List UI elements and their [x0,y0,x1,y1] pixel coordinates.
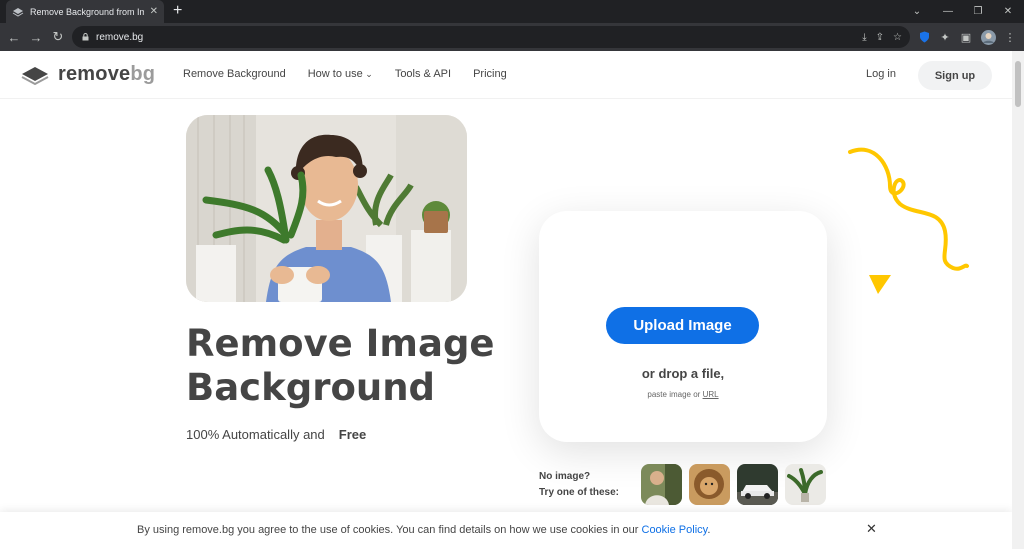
drop-file-text: or drop a file, [641,366,725,381]
headline-line-1: Remove Image [186,322,495,365]
removebg-logo[interactable]: removebg [20,63,155,86]
nav-how-to-use-label: How to use [307,68,363,80]
nav-remove-background[interactable]: Remove Background [183,68,286,80]
tab-search-icon[interactable]: ⌄ [902,0,932,23]
download-icon[interactable]: ⤓ [862,32,866,43]
paste-prefix: paste image or [647,390,701,399]
share-icon[interactable]: ⇪ [876,32,884,43]
upload-card[interactable]: Upload Image or drop a file, paste image… [539,211,827,442]
lock-icon [82,33,89,41]
shield-extension-icon[interactable] [914,27,934,47]
address-bar[interactable]: remove.bg ⤓ ⇪ ☆ [72,26,910,48]
paste-hint: paste image or URL [539,390,827,399]
signup-button[interactable]: Sign up [918,61,992,90]
browser-tab[interactable]: Remove Background from Image ✕ [6,0,164,23]
window-close-icon[interactable]: ✕ [993,0,1023,23]
sample-image-animal[interactable] [689,464,730,505]
forward-icon[interactable]: → [26,27,46,47]
login-link[interactable]: Log in [866,68,896,80]
logo-layers-icon [21,66,49,85]
sample-image-plant[interactable] [785,464,826,505]
chevron-down-icon: ⌄ [362,69,373,79]
yellow-squiggle-decoration [848,147,969,271]
side-panel-icon[interactable]: ▣ [956,27,976,47]
reload-icon[interactable]: ↻ [48,27,68,47]
removebg-favicon-icon [12,7,24,17]
scrollbar-thumb[interactable] [1015,61,1021,107]
sample-image-car[interactable] [737,464,778,505]
logo-text-remove: remove [58,63,131,85]
cookie-message: By using remove.bg you agree to the use … [137,524,639,536]
new-tab-button[interactable]: + [173,2,182,20]
back-icon[interactable]: ← [4,27,24,47]
browser-tab-bar: Remove Background from Image ✕ + ⌄ — ❐ ✕ [0,0,1024,23]
sample-prompt-line-1: No image? [539,471,591,482]
free-badge: Free [329,425,376,444]
logo-wordmark: removebg [58,63,155,86]
profile-avatar[interactable] [978,27,998,47]
url-text: remove.bg [96,31,144,43]
main-nav: Remove Background How to use ⌄ Tools & A… [183,68,507,80]
restore-icon[interactable]: ❐ [963,0,993,23]
nav-tools-api[interactable]: Tools & API [395,68,451,80]
cookie-suffix: . [707,524,711,536]
hero-headline: Remove Image Background [186,322,516,410]
tab-title: Remove Background from Image [30,6,144,17]
cookie-policy-link[interactable]: Cookie Policy [642,524,708,536]
hero-subline: 100% Automatically and Free [186,425,376,444]
subline-text: 100% Automatically and [186,427,325,442]
browser-menu-icon[interactable]: ⋮ [1000,27,1020,47]
yellow-triangle-decoration [869,275,891,294]
sample-prompt-line-2: Try one of these: [539,487,620,498]
nav-how-to-use[interactable]: How to use ⌄ [308,68,373,80]
hero-photo [186,115,467,302]
logo-text-bg: bg [130,63,156,85]
sample-prompt: No image? Try one of these: [539,469,619,501]
upload-image-button[interactable]: Upload Image [606,307,759,344]
tab-close-icon[interactable]: ✕ [150,6,158,17]
headline-line-2: Background [186,366,436,409]
url-link[interactable]: URL [703,390,719,399]
bookmark-star-icon[interactable]: ☆ [893,32,902,43]
extensions-puzzle-icon[interactable]: ✦ [935,27,955,47]
sample-images [641,464,826,505]
cookie-close-icon[interactable]: ✕ [866,521,877,537]
browser-toolbar: ← → ↻ remove.bg ⤓ ⇪ ☆ ✦ ▣ ⋮ [0,23,1024,51]
minimize-icon[interactable]: — [933,0,963,23]
cookie-text: By using remove.bg you agree to the use … [137,524,710,536]
sample-image-person[interactable] [641,464,682,505]
cookie-banner: By using remove.bg you agree to the use … [0,512,1012,549]
site-header: removebg Remove Background How to use ⌄ … [0,51,1012,99]
page-scrollbar[interactable] [1012,51,1024,549]
webpage: removebg Remove Background How to use ⌄ … [0,51,1012,549]
nav-pricing[interactable]: Pricing [473,68,507,80]
